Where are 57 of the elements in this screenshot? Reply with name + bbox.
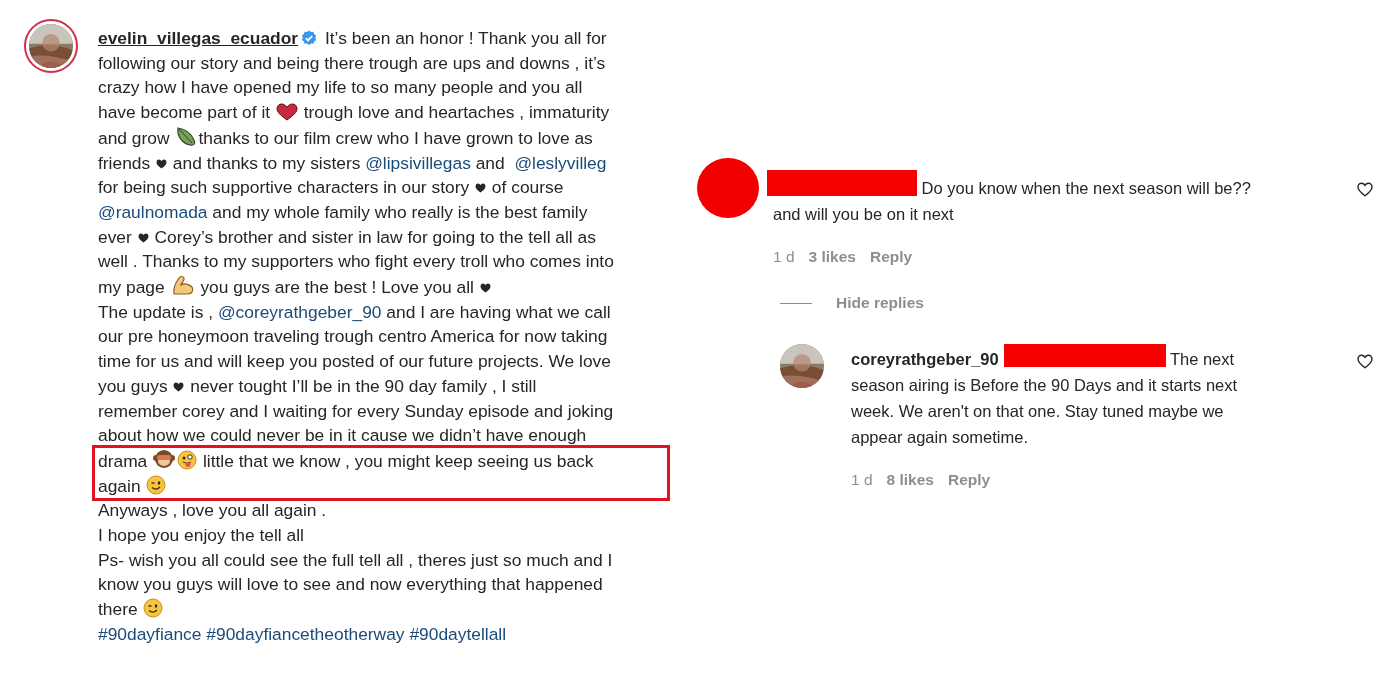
caption-line: there (98, 597, 664, 622)
caption-line: The update is , @coreyrathgeber_90 and I are having what we call (98, 300, 612, 324)
caption-line: friends and thanks to my sisters @lipsivillegas and @leslyvilleg (98, 151, 608, 175)
caption-line: have become part of it trough love and heartaches , immaturity (98, 101, 611, 125)
comment-line: and will you be on it next (773, 204, 955, 225)
like-heart-icon (1357, 354, 1373, 369)
comment-line: appear again sometime. (851, 427, 1030, 448)
leaf-icon (175, 124, 198, 147)
comment-line: season airing is Before the 90 Days and it starts next (851, 375, 1239, 396)
mention-link[interactable]: @coreyrathgeber_90 (217, 301, 382, 322)
caption-line: know you guys will love to see and now everything that happened (98, 573, 604, 597)
monkey-icon (153, 447, 176, 470)
caption-line: you guys never tought I’ll be in the 90 day family , I still (98, 374, 538, 398)
caption-line: I hope you enjoy the tell all (98, 524, 305, 548)
mention-link[interactable]: @leslyvilleg (514, 152, 607, 173)
winking-face-icon (143, 598, 164, 619)
caption-line: evelin_villegas_ecuador It’s been an honor ! Thank you all for (98, 27, 608, 50)
comment-line: Do you know when the next season will be?? (773, 170, 1357, 201)
verified-badge-icon (301, 30, 318, 46)
redaction-circle (697, 158, 759, 218)
tongue-face-icon (177, 449, 198, 470)
caption-line: remember corey and I waiting for every Sunday episode and joking (98, 399, 615, 423)
flexed-arm-icon (170, 274, 195, 297)
heart-icon (475, 183, 486, 194)
caption-line: @raulnomada and my whole family who really is the best family (98, 200, 589, 224)
caption-line: again (98, 473, 664, 499)
caption-line: our pre honeymoon traveling trough centro America for now taking (98, 325, 609, 349)
caption-line: following our story and being there trough are ups and downs , it’s (98, 51, 607, 75)
caption-line: my page you guys are the best ! Love you all (98, 274, 664, 300)
caption-line: time for us and will keep you posted of our future projects. We love (98, 350, 612, 374)
comment-time: 1 d (851, 471, 873, 489)
comment-line: coreyrathgeber_90 The next (851, 344, 1357, 372)
caption-line: about how we could never be in it cause we didn’t have enough (98, 424, 588, 448)
caption-line: Anyways , love you all again . (98, 499, 328, 523)
mention-link[interactable]: #90dayfiancetheotherway (206, 623, 405, 644)
mention-link[interactable]: @lipsivillegas (365, 152, 471, 173)
like-heart-icon (1357, 182, 1373, 197)
heart-icon (479, 283, 491, 294)
username-link[interactable]: coreyrathgeber_90 (851, 350, 999, 368)
comment-line: week. We aren't on that one. Stay tuned maybe we (851, 401, 1225, 422)
caption-line: ever Corey’s brother and sister in law for going to the tell all as (98, 225, 597, 249)
mention-link[interactable]: #90dayfiance (98, 623, 202, 644)
caption-line: well . Thanks to my supporters who fight every troll who comes into (98, 250, 615, 274)
caption-line: and grow thanks to our film crew who I have grown to love as (98, 124, 664, 151)
heart-icon (275, 103, 298, 122)
caption-line: for being such supportive characters in our story of course (98, 176, 565, 200)
caption-line: crazy how I have opened my life to so many people and you all (98, 76, 584, 100)
mention-link[interactable]: @raulnomada (98, 201, 208, 222)
caption-line: drama little that we know , you might keep seeing us back (98, 447, 664, 474)
caption-line: Ps- wish you all could see the full tell all , theres just so much and I (98, 548, 614, 572)
winking-face-icon (146, 474, 167, 495)
mention-link[interactable]: #90daytellall (409, 623, 507, 644)
comment-time: 1 d (773, 248, 795, 266)
username-link[interactable]: evelin_villegas_ecuador (98, 28, 299, 48)
heart-icon (137, 232, 149, 243)
heart-icon (173, 381, 185, 392)
heart-icon (156, 158, 168, 169)
